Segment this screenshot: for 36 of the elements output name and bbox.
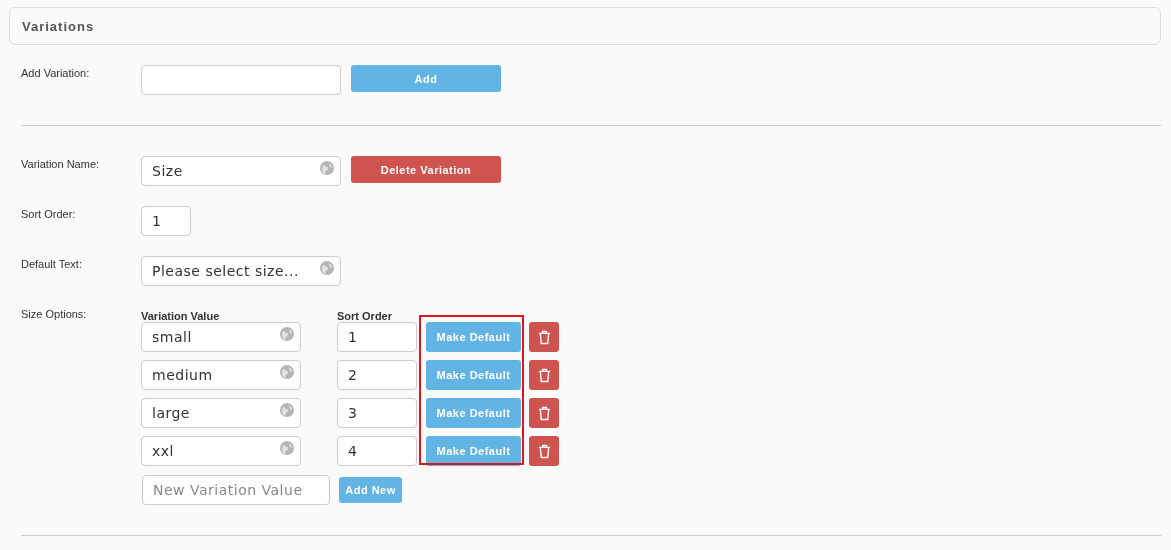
globe-icon (280, 327, 294, 341)
text-field[interactable]: New Variation Value (142, 475, 330, 505)
globe-icon (320, 261, 334, 275)
field-label: Sort Order: (21, 207, 77, 222)
field-label: Default Text: (21, 257, 83, 272)
text-field[interactable] (141, 65, 341, 95)
text-field[interactable]: large (141, 398, 301, 428)
text-field[interactable]: small (141, 322, 301, 352)
column-header: Sort Order (337, 310, 392, 322)
number-field[interactable]: 1 (141, 206, 191, 236)
delete-button[interactable] (529, 398, 559, 428)
number-field[interactable]: 2 (337, 360, 417, 390)
trash-icon (537, 405, 551, 421)
trash-icon (537, 367, 551, 383)
delete-button[interactable] (529, 322, 559, 352)
text-field[interactable]: medium (141, 360, 301, 390)
field-label: Size Options: (21, 307, 88, 322)
text-field[interactable]: Size (141, 156, 341, 186)
globe-icon (280, 441, 294, 455)
text-field[interactable]: xxl (141, 436, 301, 466)
field-label: Add Variation: (21, 66, 91, 81)
delete-variation-button[interactable]: Delete Variation (351, 156, 501, 183)
panel-title: Variations (22, 18, 95, 34)
trash-icon (537, 329, 551, 345)
delete-button[interactable] (529, 360, 559, 390)
number-field[interactable]: 4 (337, 436, 417, 466)
number-field[interactable]: 3 (337, 398, 417, 428)
globe-icon (280, 403, 294, 417)
column-header: Variation Value (141, 310, 221, 322)
trash-icon (537, 443, 551, 459)
globe-icon (280, 365, 294, 379)
field-label: Variation Name: (21, 157, 101, 172)
delete-button[interactable] (529, 436, 559, 466)
number-field[interactable]: 1 (337, 322, 417, 352)
globe-icon (320, 161, 334, 175)
text-field[interactable]: Please select size... (141, 256, 341, 286)
